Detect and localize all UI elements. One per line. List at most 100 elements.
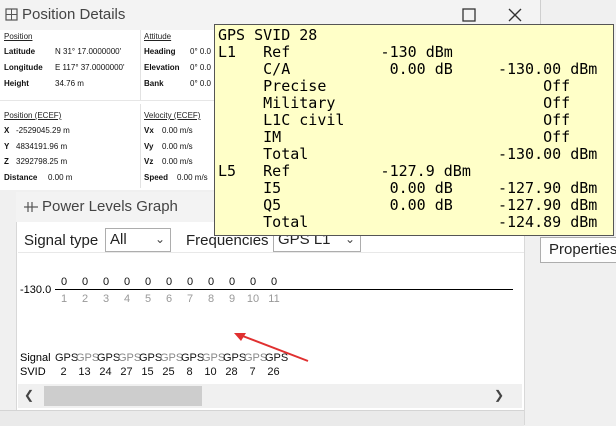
attitude-section-header: Attitude (144, 32, 172, 41)
tooltip-line: IM Off (218, 128, 571, 146)
distance-label: Distance (4, 173, 38, 182)
svid-value: 15 (141, 366, 154, 378)
vx-label: Vx (144, 126, 154, 135)
signal-name: GPS (181, 352, 205, 364)
section-divider (140, 30, 141, 100)
svid-value: 2 (60, 366, 67, 378)
maximize-icon (462, 8, 476, 22)
y-label: Y (4, 142, 10, 151)
svid-value: 24 (99, 366, 112, 378)
vy-label: Vy (144, 142, 154, 151)
tooltip-line: Total -124.89 dBm (218, 213, 598, 231)
section-divider (0, 100, 214, 101)
bank-value: 0° 0.0 (190, 79, 211, 88)
signal-type-select[interactable]: All ⌄ (105, 228, 171, 252)
channel-index: 3 (102, 293, 110, 305)
power-value: 0 (81, 276, 89, 288)
baseline-axis (55, 289, 513, 290)
longitude-value: E 117° 37.0000000' (55, 63, 125, 72)
y-value: 4834191.96 m (16, 142, 68, 151)
grid-icon[interactable] (5, 8, 18, 21)
signal-name: GPS (160, 352, 184, 364)
svid-value: 25 (162, 366, 175, 378)
height-value: 34.76 m (55, 79, 84, 88)
close-button[interactable] (504, 4, 526, 26)
power-value: 0 (123, 276, 131, 288)
tooltip-line: Total -130.00 dBm (218, 145, 598, 163)
heading-value: 0° 0.0 (190, 47, 211, 56)
window-title: Position Details (22, 6, 126, 23)
signal-name: GPS (223, 352, 247, 364)
channel-index: 9 (228, 293, 236, 305)
svid-value: 7 (249, 366, 256, 378)
tooltip-line: Q5 0.00 dB -127.90 dBm (218, 196, 598, 214)
bottom-panel-bar (0, 410, 524, 426)
x-value: -2529045.29 m (16, 126, 70, 135)
scroll-thumb[interactable] (44, 386, 202, 406)
x-label: X (4, 126, 10, 135)
signal-name: GPS (244, 352, 268, 364)
scroll-right-icon[interactable]: ❯ (494, 388, 504, 402)
signal-name: GPS (97, 352, 121, 364)
svid-value: 26 (267, 366, 280, 378)
signal-row-label: Signal (20, 352, 51, 364)
ecef-velocity-header: Velocity (ECEF) (144, 111, 201, 120)
signal-name: GPS (265, 352, 289, 364)
channel-index: 10 (246, 293, 260, 305)
z-label: Z (4, 157, 9, 166)
svid-tooltip: GPS SVID 28 L1 Ref -130 dBm C/A 0.00 dB -… (214, 24, 614, 236)
channel-index: 11 (268, 293, 280, 305)
heading-label: Heading (144, 47, 176, 56)
speed-label: Speed (144, 173, 169, 182)
svid-value: 13 (78, 366, 91, 378)
svid-value: 10 (204, 366, 217, 378)
channel-index: 8 (207, 293, 215, 305)
svid-value: 27 (120, 366, 133, 378)
power-value: 0 (270, 276, 278, 288)
section-divider (140, 104, 141, 188)
channel-index: 5 (144, 293, 152, 305)
svid-value: 28 (225, 366, 238, 378)
latitude-label: Latitude (4, 47, 36, 56)
signal-name: GPS (202, 352, 226, 364)
channel-index: 1 (60, 293, 68, 305)
vz-value: 0.00 m/s (162, 157, 193, 166)
tooltip-line: GPS SVID 28 (218, 26, 318, 44)
power-value: 0 (228, 276, 236, 288)
z-value: 3292798.25 m (16, 157, 68, 166)
properties-button[interactable]: Properties (540, 237, 616, 263)
signal-name: GPS (55, 352, 79, 364)
latitude-value: N 31° 17.0000000' (55, 47, 122, 56)
tooltip-line: L1C civil Off (218, 111, 571, 129)
bank-label: Bank (144, 79, 164, 88)
channel-index: 7 (186, 293, 194, 305)
maximize-button[interactable] (458, 4, 480, 26)
y-axis-label: -130.0 (20, 284, 52, 296)
tooltip-line: Precise Off (218, 77, 571, 95)
power-value: 0 (186, 276, 194, 288)
toolbar-divider (18, 252, 524, 253)
channel-index: 2 (81, 293, 89, 305)
chevron-down-icon: ⌄ (154, 232, 165, 246)
longitude-label: Longitude (4, 63, 43, 72)
scroll-left-icon[interactable]: ❮ (24, 388, 34, 402)
close-icon (508, 8, 522, 22)
tooltip-line: L1 Ref -130 dBm (218, 43, 453, 61)
svid-row-label: SVID (20, 366, 46, 378)
channel-index: 6 (165, 293, 173, 305)
signal-name: GPS (76, 352, 100, 364)
power-value: 0 (165, 276, 173, 288)
elevation-value: 0° 0.0 (190, 63, 211, 72)
speed-value: 0.00 m/s (177, 173, 208, 182)
tooltip-line: Military Off (218, 94, 571, 112)
tooltip-line: I5 0.00 dB -127.90 dBm (218, 179, 598, 197)
position-section-header: Position (4, 32, 33, 41)
power-value: 0 (144, 276, 152, 288)
vz-label: Vz (144, 157, 154, 166)
ecef-position-header: Position (ECEF) (4, 111, 62, 120)
tooltip-line: L5 Ref -127.9 dBm (218, 162, 471, 180)
antenna-icon (24, 202, 38, 212)
height-label: Height (4, 79, 29, 88)
power-value: 0 (60, 276, 68, 288)
elevation-label: Elevation (144, 63, 180, 72)
